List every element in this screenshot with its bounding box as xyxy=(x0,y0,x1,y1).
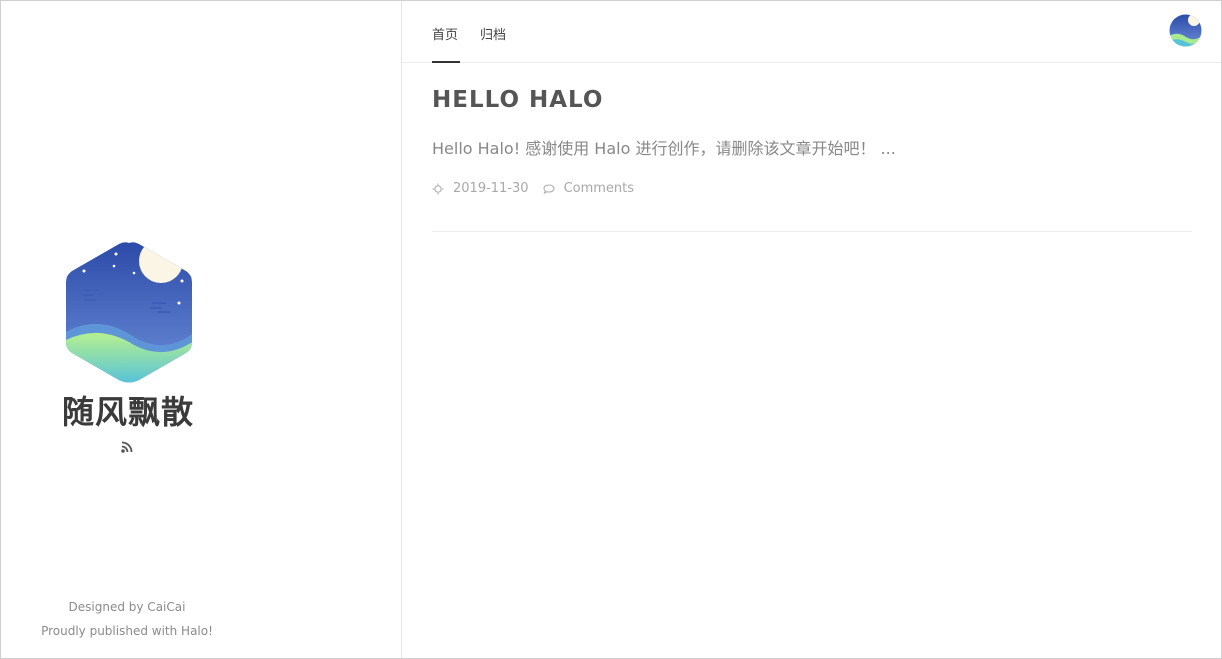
post-meta: 2019-11-30 Comments xyxy=(432,181,1192,196)
site-title: 随风飘散 xyxy=(61,393,194,431)
main-content: 首页 归档 HELLO HALO Hello Halo! 感谢使用 Halo 进… xyxy=(402,1,1221,658)
avatar-logo-icon[interactable] xyxy=(1169,14,1202,47)
post-title[interactable]: HELLO HALO xyxy=(432,87,1192,113)
nav-item-home[interactable]: 首页 xyxy=(432,24,458,43)
site-logo-icon xyxy=(66,242,192,383)
rss-icon[interactable] xyxy=(120,440,134,454)
sun-icon xyxy=(432,183,444,194)
sidebar-footer: Designed by CaiCai Proudly published wit… xyxy=(1,595,253,643)
page-frame: 随风飘散 Designed by CaiCai Proudly publishe… xyxy=(0,0,1222,659)
nav-active-indicator xyxy=(432,61,460,63)
footer-published-with: Proudly published with Halo! xyxy=(41,624,213,638)
nav-item-archive[interactable]: 归档 xyxy=(480,24,506,43)
post-date: 2019-11-30 xyxy=(453,181,529,196)
post-comments-link[interactable]: Comments xyxy=(564,181,634,196)
sidebar: 随风飘散 Designed by CaiCai Proudly publishe… xyxy=(1,1,402,658)
top-navigation: 首页 归档 xyxy=(402,1,1221,63)
comment-icon xyxy=(542,183,555,194)
post-card: HELLO HALO Hello Halo! 感谢使用 Halo 进行创作，请删… xyxy=(432,87,1192,196)
footer-designed-by: Designed by CaiCai xyxy=(68,600,186,614)
post-excerpt: Hello Halo! 感谢使用 Halo 进行创作，请删除该文章开始吧！ ..… xyxy=(432,139,896,158)
post-divider xyxy=(432,231,1192,232)
